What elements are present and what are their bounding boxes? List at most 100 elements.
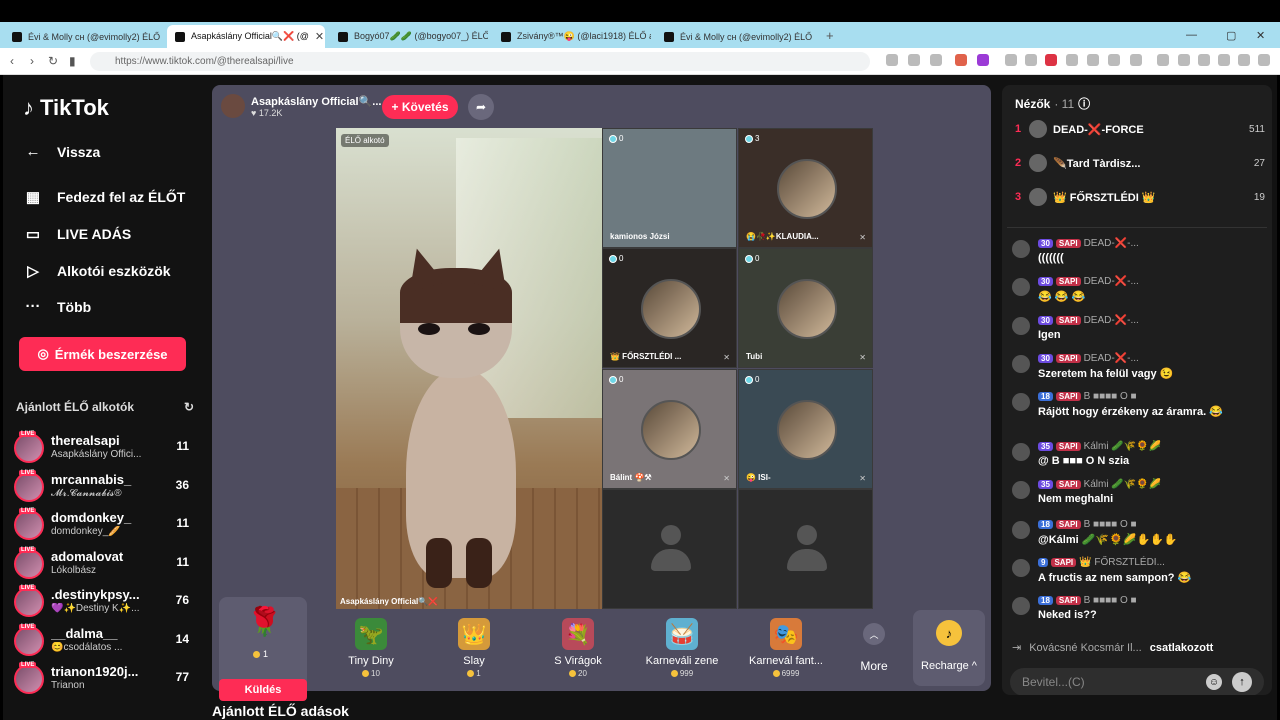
nav-back[interactable]: ← Vissza: [23, 143, 101, 160]
guest-cell[interactable]: 0 😜 ISI- ✕: [738, 369, 873, 489]
chat-message-header: 18 SAPI B ■■■■ O ■: [1038, 519, 1137, 530]
gift-item[interactable]: 🎭 Karnevál fant... 6999: [746, 609, 826, 687]
top-viewer-row[interactable]: 2 🪶Tard Tàrdisz... 27: [1015, 151, 1265, 175]
send-message-icon[interactable]: ↑: [1232, 672, 1252, 692]
creator-avatar[interactable]: [14, 471, 44, 502]
maximize-icon[interactable]: ▢: [1226, 29, 1236, 42]
host-info[interactable]: Asapkáslány Official🔍... ♥ 17.2K: [221, 94, 381, 118]
get-coins-button[interactable]: ◎ Érmék beszerzése: [19, 337, 186, 371]
menu-icon[interactable]: [1258, 54, 1270, 66]
guest-cell[interactable]: 0 Bálint 🍄⚒ ✕: [602, 369, 737, 489]
tab-4[interactable]: Zsivány®™😜 (@laci1918) ÉLŐ adás: [493, 25, 651, 48]
extension-icon[interactable]: [886, 54, 898, 66]
gift-item[interactable]: 🦖 Tiny Diny 10: [331, 609, 411, 687]
hls-icon[interactable]: [1045, 54, 1057, 66]
fan-tag: SAPI: [1055, 596, 1081, 605]
recharge-button[interactable]: ♪ Recharge ^: [913, 610, 985, 686]
tools-icon[interactable]: [1025, 54, 1037, 66]
extension-icon-3[interactable]: [1087, 54, 1099, 66]
top-viewer-row[interactable]: 1 DEAD-❌-FORCE 511: [1015, 117, 1265, 141]
guest-score-value: 0: [619, 134, 624, 143]
guest-cell[interactable]: 0 👑 FŐRSZTLÉDI ... ✕: [602, 248, 737, 368]
logo-text: TikTok: [40, 95, 109, 120]
empty-guest-slot[interactable]: [738, 489, 873, 609]
creator-avatar[interactable]: [14, 587, 44, 617]
creator-avatar[interactable]: [14, 510, 44, 540]
chat-input[interactable]: Bevitel...(C): [1010, 668, 1264, 695]
creator-nickname: Trianon: [51, 680, 85, 691]
back-nav-icon[interactable]: ‹: [10, 54, 14, 68]
creator-avatar[interactable]: [14, 433, 44, 463]
url-field[interactable]: https://www.tiktok.com/@therealsapi/live: [90, 52, 870, 71]
puzzle-icon[interactable]: [1108, 54, 1120, 66]
zoom-icon[interactable]: [908, 54, 920, 66]
nav-creator-tools[interactable]: ▷ Alkotói eszközök: [23, 262, 170, 280]
gift-price: 6999: [772, 669, 799, 678]
gift-item[interactable]: 💐 S Virágok 20: [538, 609, 618, 687]
tab-1[interactable]: Évi & Molly cн (@evimolly2) ÉLŐ adás: [4, 25, 162, 48]
new-tab-button[interactable]: +: [826, 28, 834, 43]
wallet-icon[interactable]: [1198, 54, 1210, 66]
sidebar-toggle-icon[interactable]: [1178, 54, 1190, 66]
info-icon[interactable]: ⓘ: [1078, 95, 1090, 112]
tab-2-active[interactable]: Asapkáslány Official🔍❌ (@ ✕: [167, 25, 325, 48]
emoji-icon[interactable]: ☺: [1206, 674, 1222, 690]
nav-explore-live[interactable]: ▦ Fedezd fel az ÉLŐT: [23, 188, 185, 206]
live-badge: LIVE: [19, 585, 37, 591]
creator-item[interactable]: LIVE therealsapi Asapkáslány Offici... 11: [14, 431, 194, 467]
join-icon: ⇥: [1012, 642, 1022, 654]
empty-guest-slot[interactable]: [602, 489, 737, 609]
gift-item[interactable]: 👑 Slay 1: [434, 609, 514, 687]
gift-item[interactable]: 🥁 Karneváli zene 999: [642, 609, 722, 687]
forward-nav-icon[interactable]: ›: [30, 54, 34, 68]
live-badge: LIVE: [19, 469, 37, 476]
share-icon[interactable]: ➦: [468, 94, 494, 120]
creator-item[interactable]: LIVE __dalma__ 😊csodálatos ... 14: [14, 623, 194, 660]
creator-avatar[interactable]: [14, 664, 44, 694]
follow-button[interactable]: + Követés: [382, 95, 458, 119]
host-avatar[interactable]: [221, 94, 245, 118]
creator-nickname: domdonkey_🥖: [51, 526, 121, 537]
nav-more[interactable]: ··· Több: [23, 298, 92, 315]
media-icon[interactable]: [1157, 54, 1169, 66]
creator-avatar[interactable]: [14, 548, 44, 579]
tab-3[interactable]: Bogyó07🥒🥒 (@bogyo07_) ÉLŐ a: [330, 25, 488, 48]
reload-icon[interactable]: ↻: [48, 54, 58, 68]
close-tab-icon[interactable]: ✕: [315, 30, 324, 43]
viewer-avatar: [1029, 120, 1047, 138]
creator-item[interactable]: LIVE domdonkey_ domdonkey_🥖 11: [14, 508, 194, 544]
refresh-icon[interactable]: ↻: [184, 400, 194, 414]
guest-cell[interactable]: 0 kamionos Józsi: [602, 128, 737, 248]
bookmark-icon[interactable]: ▮: [69, 54, 76, 68]
leo-icon[interactable]: [1218, 54, 1230, 66]
main-video[interactable]: ÉLŐ alkotó Asapkáslány Official🔍❌: [336, 128, 602, 609]
gift-bar: 🌹 1 Küldés 🦖 Tiny Diny 10 👑 Slay 1 💐 S Virágok 2…: [216, 597, 987, 701]
more-gifts-button[interactable]: ︿ More: [846, 609, 902, 687]
nav-go-live[interactable]: ▭ LIVE ADÁS: [23, 225, 131, 243]
vpn-icon[interactable]: [1238, 54, 1250, 66]
send-gift-button[interactable]: Küldés: [219, 679, 307, 701]
creator-avatar[interactable]: [14, 625, 44, 656]
chat-message-header: 30 SAPI DEAD-❌-...: [1038, 276, 1139, 287]
creator-item[interactable]: LIVE mrcannabis_ 𝓜𝓻.𝓒𝓪𝓷𝓷𝓪𝓫𝓲𝓼® 36: [14, 469, 194, 506]
score-dot-icon: [745, 375, 753, 384]
creator-item[interactable]: LIVE .destinykpsy... 💜✨Destiny K✨... 76: [14, 585, 194, 621]
extension-icon-2[interactable]: [1066, 54, 1078, 66]
minimize-icon[interactable]: —: [1186, 29, 1197, 41]
guest-cell[interactable]: 0 Tubi ✕: [738, 248, 873, 368]
translate-icon[interactable]: [1005, 54, 1017, 66]
tiktok-logo[interactable]: ♪ TikTok: [23, 95, 109, 121]
reader-icon[interactable]: [1130, 54, 1142, 66]
creator-item[interactable]: LIVE adomalovat Lókolbász 11: [14, 546, 194, 583]
creator-item[interactable]: LIVE trianon1920j... Trianon 77: [14, 662, 194, 698]
creator-nickname: 𝓜𝓻.𝓒𝓪𝓷𝓷𝓪𝓫𝓲𝓼®: [51, 487, 122, 499]
share-page-icon[interactable]: [930, 54, 942, 66]
guest-cell[interactable]: 3 😭🥀✨KLAUDIA... ✕: [738, 128, 873, 248]
close-window-icon[interactable]: ✕: [1256, 29, 1265, 42]
tab-5[interactable]: Évi & Molly cн (@evimolly2) ÉLŐ adás: [656, 25, 814, 48]
gift-rose[interactable]: 🌹 1: [219, 597, 307, 689]
top-viewer-row[interactable]: 3 👑 FŐRSZTLÉDI 👑 19: [1015, 185, 1265, 209]
rewards-icon[interactable]: [977, 54, 989, 66]
brave-shield-icon[interactable]: [955, 54, 967, 66]
chat-text: (((((((: [1038, 252, 1064, 264]
